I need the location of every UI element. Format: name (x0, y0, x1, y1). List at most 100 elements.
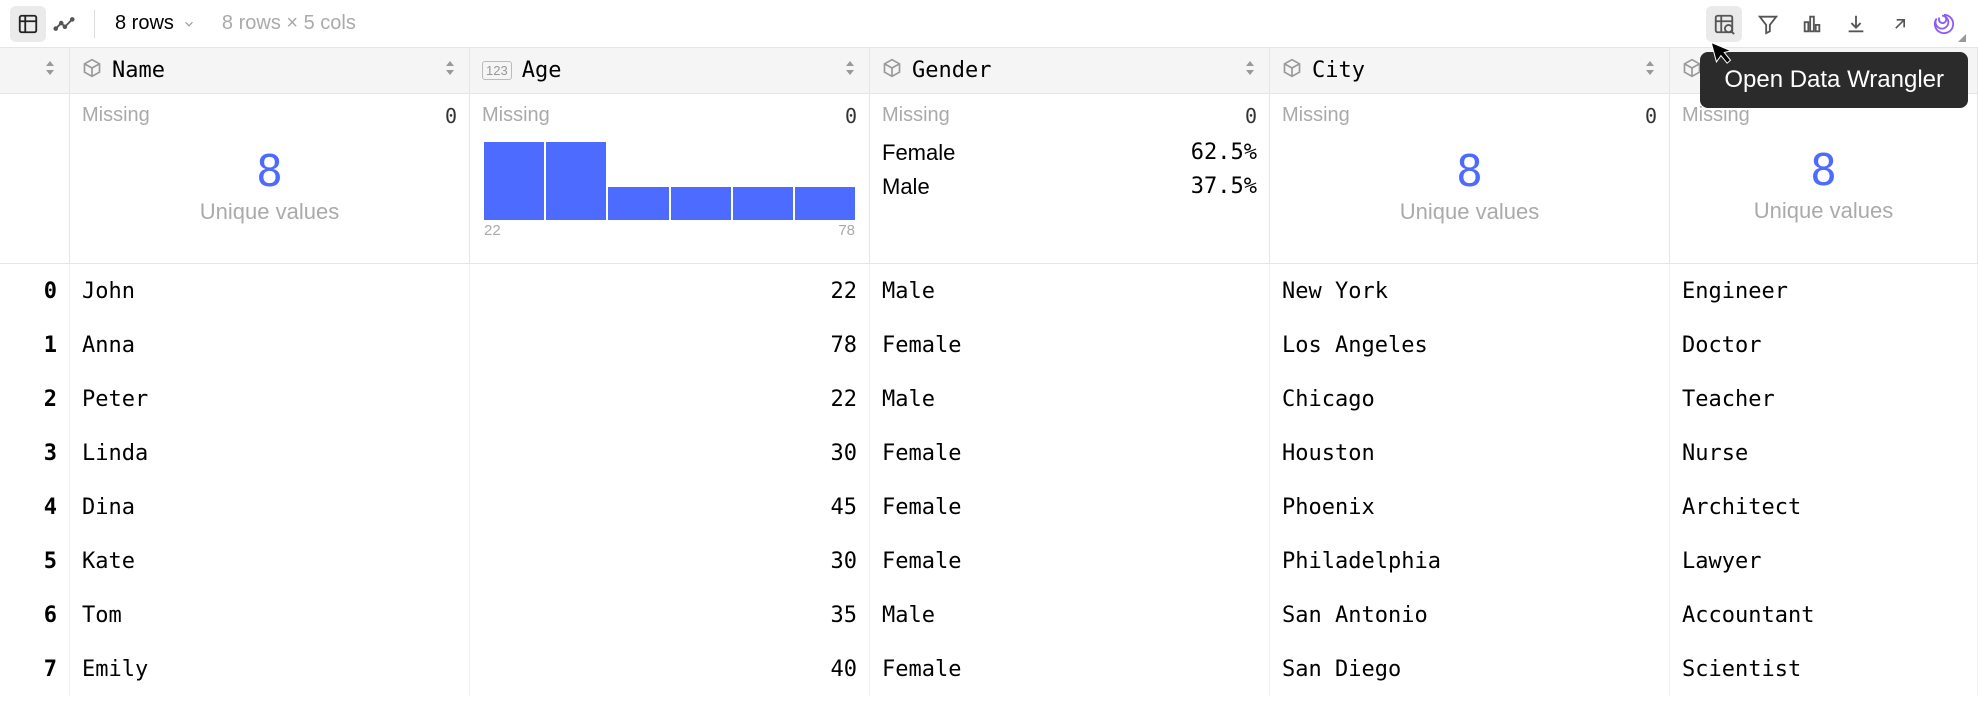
cell-age[interactable]: 30 (470, 534, 870, 588)
cell-occupation[interactable]: Doctor (1670, 318, 1978, 372)
column-header-age[interactable]: 123 Age (470, 48, 870, 94)
cell-city[interactable]: Chicago (1270, 372, 1670, 426)
toolbar-separator (94, 10, 95, 38)
index-cell[interactable]: 7 (0, 642, 70, 696)
object-type-icon (82, 58, 102, 83)
column-label: Name (112, 58, 443, 83)
unique-label: Unique values (1682, 198, 1965, 224)
cell-name[interactable]: Emily (70, 642, 470, 696)
cell-age[interactable]: 78 (470, 318, 870, 372)
cell-age[interactable]: 22 (470, 372, 870, 426)
spiral-icon[interactable] (1926, 6, 1962, 42)
cell-name[interactable]: Tom (70, 588, 470, 642)
cell-city[interactable]: Houston (1270, 426, 1670, 480)
tooltip: Open Data Wrangler (1700, 52, 1968, 108)
cell-occupation[interactable]: Teacher (1670, 372, 1978, 426)
filter-icon[interactable] (1750, 6, 1786, 42)
index-header[interactable] (0, 48, 70, 94)
category-pct: 37.5% (1191, 174, 1257, 200)
histogram-bar (484, 142, 544, 220)
cell-age[interactable]: 45 (470, 480, 870, 534)
column-label: Gender (912, 58, 1243, 83)
missing-value: 0 (1645, 104, 1657, 128)
cell-gender[interactable]: Female (870, 642, 1270, 696)
cell-age[interactable]: 22 (470, 264, 870, 318)
cell-gender[interactable]: Female (870, 534, 1270, 588)
index-cell[interactable]: 3 (0, 426, 70, 480)
index-cell[interactable]: 1 (0, 318, 70, 372)
summary-gender: Missing 0 Female 62.5% Male 37.5% (870, 94, 1270, 264)
index-cell[interactable]: 2 (0, 372, 70, 426)
missing-value: 0 (1245, 104, 1257, 128)
download-icon[interactable] (1838, 6, 1874, 42)
object-type-icon (882, 58, 902, 83)
cell-age[interactable]: 35 (470, 588, 870, 642)
rows-dropdown[interactable]: 8 rows (107, 8, 204, 39)
sort-icon (443, 59, 457, 82)
histogram-bar (795, 187, 855, 220)
resize-handle-icon[interactable] (1958, 34, 1966, 42)
index-cell[interactable]: 6 (0, 588, 70, 642)
column-header-name[interactable]: Name (70, 48, 470, 94)
cell-city[interactable]: San Antonio (1270, 588, 1670, 642)
index-cell[interactable]: 0 (0, 264, 70, 318)
cell-city[interactable]: Los Angeles (1270, 318, 1670, 372)
histogram-max: 78 (838, 222, 855, 239)
unique-label: Unique values (1282, 199, 1657, 225)
cell-name[interactable]: Kate (70, 534, 470, 588)
cell-name[interactable]: Peter (70, 372, 470, 426)
unique-label: Unique values (82, 199, 457, 225)
cell-age[interactable]: 30 (470, 426, 870, 480)
cell-gender[interactable]: Male (870, 372, 1270, 426)
open-external-icon[interactable] (1882, 6, 1918, 42)
cell-city[interactable]: Phoenix (1270, 480, 1670, 534)
cell-occupation[interactable]: Nurse (1670, 426, 1978, 480)
index-cell[interactable]: 4 (0, 480, 70, 534)
sort-icon (43, 59, 57, 82)
column-label: City (1312, 58, 1643, 83)
unique-count: 8 (1682, 145, 1965, 196)
top-toolbar: 8 rows 8 rows × 5 cols (0, 0, 1978, 48)
cell-occupation[interactable]: Engineer (1670, 264, 1978, 318)
cell-name[interactable]: Linda (70, 426, 470, 480)
cell-occupation[interactable]: Lawyer (1670, 534, 1978, 588)
index-cell[interactable]: 5 (0, 534, 70, 588)
column-header-city[interactable]: City (1270, 48, 1670, 94)
chart-view-icon[interactable] (46, 6, 82, 42)
cell-occupation[interactable]: Architect (1670, 480, 1978, 534)
missing-label: Missing (82, 104, 150, 128)
cell-gender[interactable]: Female (870, 318, 1270, 372)
cell-city[interactable]: San Diego (1270, 642, 1670, 696)
histogram-bar (671, 187, 731, 220)
category-label: Female (882, 140, 955, 166)
column-label: Age (522, 58, 843, 83)
missing-label: Missing (1282, 104, 1350, 128)
cell-occupation[interactable]: Accountant (1670, 588, 1978, 642)
cell-age[interactable]: 40 (470, 642, 870, 696)
number-type-icon: 123 (482, 61, 512, 80)
cell-city[interactable]: Philadelphia (1270, 534, 1670, 588)
age-histogram (482, 142, 857, 220)
summary-city: Missing 0 8 Unique values (1270, 94, 1670, 264)
sort-icon (1643, 59, 1657, 82)
cell-name[interactable]: Dina (70, 480, 470, 534)
cell-gender[interactable]: Female (870, 426, 1270, 480)
missing-label: Missing (482, 104, 550, 128)
cell-gender[interactable]: Male (870, 264, 1270, 318)
cell-gender[interactable]: Male (870, 588, 1270, 642)
histogram-min: 22 (484, 222, 501, 239)
column-header-gender[interactable]: Gender (870, 48, 1270, 94)
rows-label: 8 rows (115, 12, 174, 35)
table-view-icon[interactable] (10, 6, 46, 42)
cell-name[interactable]: John (70, 264, 470, 318)
category-label: Male (882, 174, 930, 200)
cell-gender[interactable]: Female (870, 480, 1270, 534)
category-row: Male 37.5% (882, 170, 1257, 204)
column-chart-icon[interactable] (1794, 6, 1830, 42)
cell-occupation[interactable]: Scientist (1670, 642, 1978, 696)
index-summary (0, 94, 70, 264)
cell-city[interactable]: New York (1270, 264, 1670, 318)
category-pct: 62.5% (1191, 140, 1257, 166)
cell-name[interactable]: Anna (70, 318, 470, 372)
missing-value: 0 (445, 104, 457, 128)
